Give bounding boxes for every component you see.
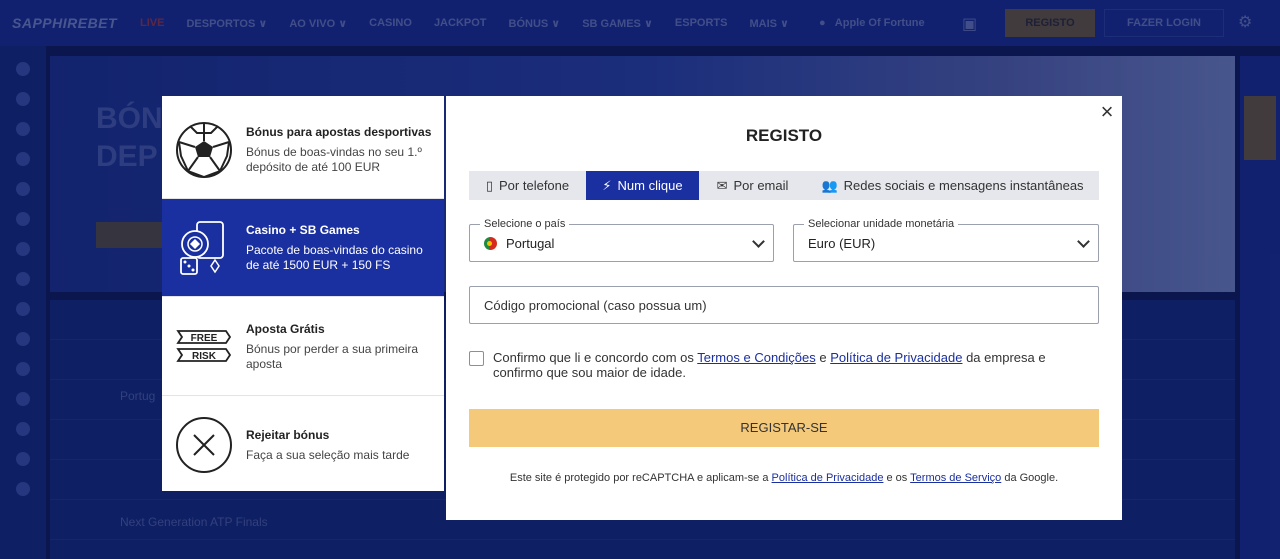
bonus-option-sports[interactable]: Bónus para apostas desportivas Bónus de …	[162, 101, 444, 199]
terms-text-part: Confirmo que li e concordo com os	[493, 350, 698, 365]
tab-phone[interactable]: ▯ Por telefone	[469, 171, 586, 200]
terms-text: Confirmo que li e concordo com os Termos…	[493, 350, 1083, 380]
country-select-label: Selecione o país	[480, 218, 570, 230]
phone-icon: ▯	[485, 177, 494, 193]
country-select-value: Portugal	[506, 236, 555, 251]
chevron-down-icon	[752, 235, 765, 248]
terms-conditions-link[interactable]: Termos e Condições	[697, 350, 816, 365]
lightning-icon: ⚡	[602, 177, 612, 193]
chevron-down-icon	[1077, 235, 1090, 248]
promo-code-field	[469, 286, 1099, 324]
recaptcha-text-part: Este site é protegido por reCAPTCHA e ap…	[509, 472, 772, 484]
modal-title: REGISTO	[745, 126, 823, 145]
privacy-policy-link[interactable]: Política de Privacidade	[830, 350, 962, 365]
recaptcha-notice: Este site é protegido por reCAPTCHA e ap…	[446, 472, 1122, 484]
tab-email[interactable]: ✉ Por email	[699, 171, 806, 200]
currency-select-label: Selecionar unidade monetária	[804, 218, 959, 230]
bonus-description: Bónus por perder a sua primeira aposta	[246, 341, 419, 371]
registration-modal: × REGISTO ▯ Por telefone ⚡ Num clique ✉ …	[446, 96, 1122, 520]
google-terms-link[interactable]: Termos de Serviço	[910, 472, 1001, 484]
bonus-panel: Bónus para apostas desportivas Bónus de …	[162, 96, 444, 491]
terms-text-part: e	[815, 350, 831, 365]
bonus-option-reject[interactable]: Rejeitar bónus Faça a sua seleção mais t…	[162, 396, 444, 494]
people-icon: 👥	[821, 177, 838, 193]
registration-tabs: ▯ Por telefone ⚡ Num clique ✉ Por email …	[469, 171, 1099, 200]
bonus-title: Aposta Grátis	[246, 321, 325, 336]
tab-label: Redes sociais e mensagens instantâneas	[843, 178, 1084, 193]
bonus-title: Casino + SB Games	[246, 222, 360, 237]
soccer-ball-icon	[162, 121, 246, 179]
country-select[interactable]: Selecione o país Portugal	[469, 218, 774, 262]
currency-select[interactable]: Selecionar unidade monetária Euro (EUR)	[793, 218, 1099, 262]
tab-label: Por telefone	[499, 178, 570, 193]
bonus-description: Pacote de boas-vindas do casino de até 1…	[246, 242, 423, 272]
tab-social[interactable]: 👥 Redes sociais e mensagens instantâneas	[806, 171, 1099, 200]
recaptcha-text-part: da Google.	[1001, 472, 1059, 484]
terms-checkbox[interactable]	[469, 351, 484, 366]
bonus-title: Rejeitar bónus	[246, 427, 330, 442]
free-risk-icon: FREE RISK	[162, 327, 246, 367]
recaptcha-text-part: e os	[883, 472, 911, 484]
envelope-icon: ✉	[716, 177, 728, 193]
free-label: FREE	[191, 333, 218, 344]
tab-label: Num clique	[617, 178, 683, 193]
register-submit-button[interactable]: REGISTAR-SE	[469, 409, 1099, 447]
bonus-option-free-bet[interactable]: FREE RISK Aposta Grátis Bónus por perder…	[162, 298, 444, 396]
promo-code-input[interactable]	[470, 287, 1098, 323]
reject-x-icon	[162, 416, 246, 474]
google-privacy-link[interactable]: Política de Privacidade	[772, 472, 884, 484]
portugal-flag-icon	[484, 237, 497, 250]
currency-select-value: Euro (EUR)	[808, 236, 876, 251]
bonus-option-casino[interactable]: Casino + SB Games Pacote de boas-vindas …	[162, 199, 444, 297]
risk-label: RISK	[192, 351, 217, 362]
tab-one-click[interactable]: ⚡ Num clique	[586, 171, 699, 200]
tab-label: Por email	[733, 178, 789, 193]
bonus-title: Bónus para apostas desportivas	[246, 124, 432, 139]
casino-chips-icon	[162, 218, 246, 278]
bonus-description: Bónus de boas-vindas no seu 1.º depósito…	[246, 144, 422, 174]
bonus-description: Faça a sua seleção mais tarde	[246, 447, 410, 462]
close-icon[interactable]: ×	[1097, 101, 1117, 123]
